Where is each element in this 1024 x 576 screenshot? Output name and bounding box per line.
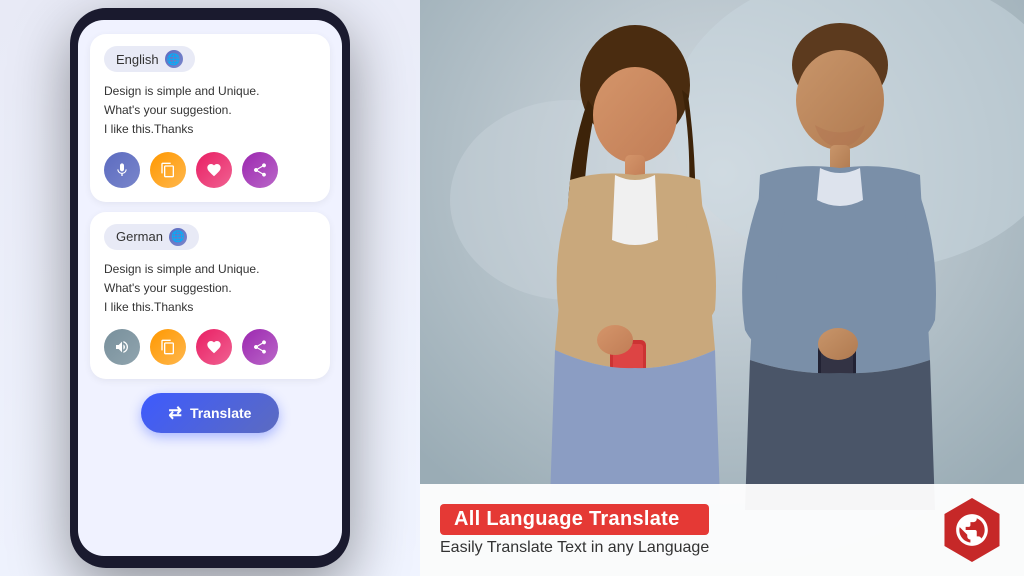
banner-globe-icon [942, 500, 1002, 560]
banner-title: All Language Translate [440, 504, 709, 535]
source-language-label: English [116, 52, 159, 67]
target-language-selector[interactable]: German 🌐 [104, 224, 199, 250]
target-language-label: German [116, 229, 163, 244]
left-panel: English 🌐 Design is simple and Unique. W… [0, 0, 420, 576]
bottom-banner: All Language Translate Easily Translate … [420, 484, 1024, 576]
banner-text-group: All Language Translate Easily Translate … [440, 504, 709, 557]
target-favorite-button[interactable] [196, 329, 232, 365]
target-copy-button[interactable] [150, 329, 186, 365]
target-globe-icon: 🌐 [169, 228, 187, 246]
source-translation-card: English 🌐 Design is simple and Unique. W… [90, 34, 330, 202]
target-translation-card: German 🌐 Design is simple and Unique. Wh… [90, 212, 330, 380]
target-action-buttons [104, 329, 316, 365]
phone-screen: English 🌐 Design is simple and Unique. W… [78, 20, 342, 556]
banner-subtitle: Easily Translate Text in any Language [440, 539, 709, 557]
phone-mockup: English 🌐 Design is simple and Unique. W… [70, 8, 350, 568]
target-translation-text: Design is simple and Unique. What's your… [104, 260, 316, 318]
favorite-button[interactable] [196, 152, 232, 188]
copy-button[interactable] [150, 152, 186, 188]
banner-globe-hexagon [940, 498, 1004, 562]
share-button[interactable] [242, 152, 278, 188]
source-language-selector[interactable]: English 🌐 [104, 46, 195, 72]
translate-icon: ⇄ [169, 403, 182, 423]
source-action-buttons [104, 152, 316, 188]
source-translation-text: Design is simple and Unique. What's your… [104, 82, 316, 140]
mic-button[interactable] [104, 152, 140, 188]
right-panel: All Language Translate Easily Translate … [420, 0, 1024, 576]
translate-button-container: ⇄ Translate [90, 393, 330, 433]
source-globe-icon: 🌐 [165, 50, 183, 68]
target-mic-button[interactable] [104, 329, 140, 365]
translate-button-label: Translate [190, 405, 251, 421]
target-share-button[interactable] [242, 329, 278, 365]
translate-button[interactable]: ⇄ Translate [141, 393, 280, 433]
